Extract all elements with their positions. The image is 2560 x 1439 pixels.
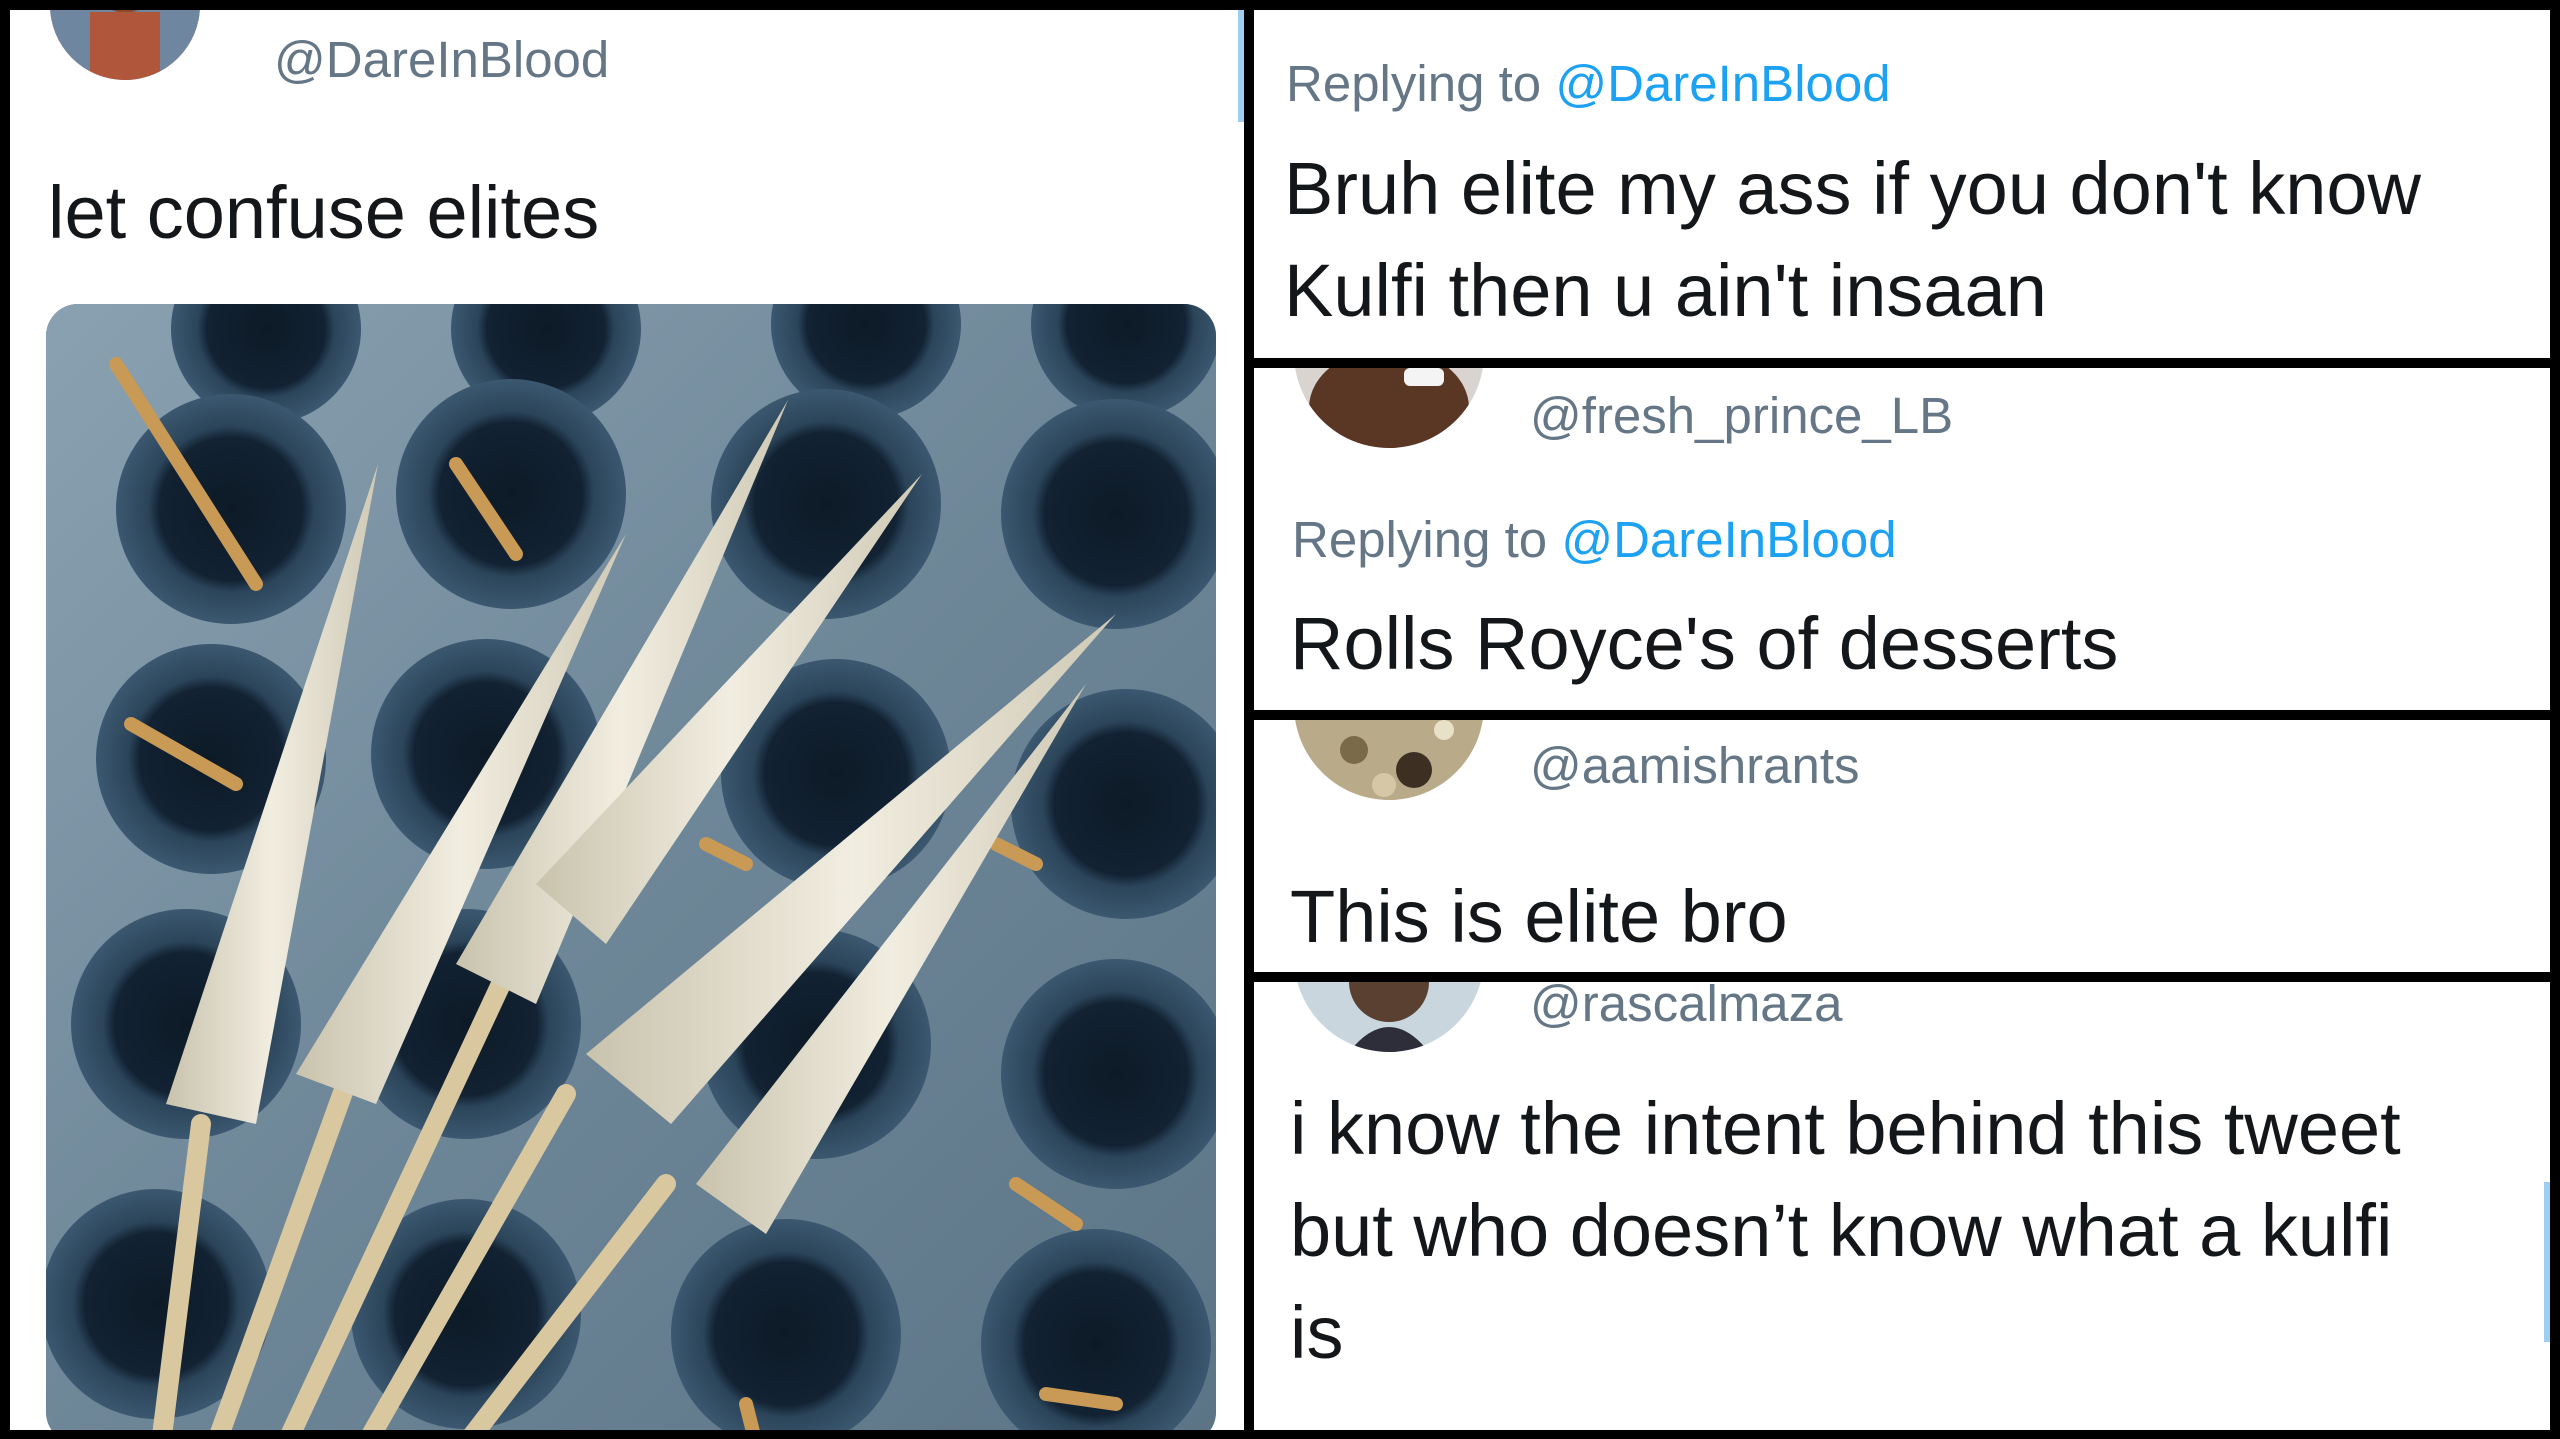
replying-to-label: Replying to [1286, 55, 1542, 112]
reply-handle[interactable]: @aamishrants [1530, 740, 1860, 791]
replying-to-line: Replying to @DareInBlood [1292, 514, 1897, 565]
reply-card-2: @fresh_prince_LB Replying to @DareInBloo… [1254, 368, 2550, 710]
reply-text-line: Kulfi then u ain't insaan [1284, 249, 2047, 332]
reply-text: Bruh elite my ass if you don't know Kulf… [1284, 138, 2421, 342]
reply-text: i know the intent behind this tweet but … [1290, 1078, 2401, 1384]
reply-handle[interactable]: @rascalmaza [1530, 982, 1843, 1029]
avatar-image [1294, 720, 1484, 800]
avatar-image [1294, 982, 1484, 1052]
main-tweet-card: @DareInBlood let confuse elites [10, 10, 1244, 1430]
reply-text: This is elite bro [1290, 875, 1788, 958]
reply-text-line: but who doesn’t know what a kulfi [1290, 1189, 2393, 1272]
reply-card-3: @aamishrants This is elite bro [1254, 720, 2550, 972]
reply-handle[interactable]: @fresh_prince_LB [1530, 390, 1953, 441]
thread-accent-line [1238, 10, 1244, 122]
replying-to-label: Replying to [1292, 511, 1548, 568]
thread-accent-line [2544, 1182, 2550, 1342]
tweet-media[interactable] [46, 304, 1216, 1430]
tweet-text: let confuse elites [48, 171, 600, 254]
tweet-handle[interactable]: @DareInBlood [274, 34, 609, 85]
reply-text-line: is [1290, 1291, 1344, 1374]
mention-link[interactable]: @DareInBlood [1555, 55, 1890, 112]
avatar[interactable] [50, 10, 200, 80]
reply-text: Rolls Royce's of desserts [1290, 602, 2119, 685]
reply-card-4: @rascalmaza i know the intent behind thi… [1254, 982, 2550, 1430]
kulfi-photo [46, 304, 1216, 1430]
reply-text-line: i know the intent behind this tweet [1290, 1087, 2401, 1170]
avatar-image [1294, 368, 1484, 448]
avatar[interactable] [1294, 720, 1484, 800]
mention-link[interactable]: @DareInBlood [1561, 511, 1896, 568]
replying-to-line: Replying to @DareInBlood [1286, 58, 1891, 109]
reply-text-line: Bruh elite my ass if you don't know [1284, 147, 2421, 230]
avatar[interactable] [1294, 368, 1484, 448]
avatar[interactable] [1294, 982, 1484, 1052]
avatar-image [50, 10, 200, 80]
reply-card-1: Replying to @DareInBlood Bruh elite my a… [1254, 10, 2550, 358]
